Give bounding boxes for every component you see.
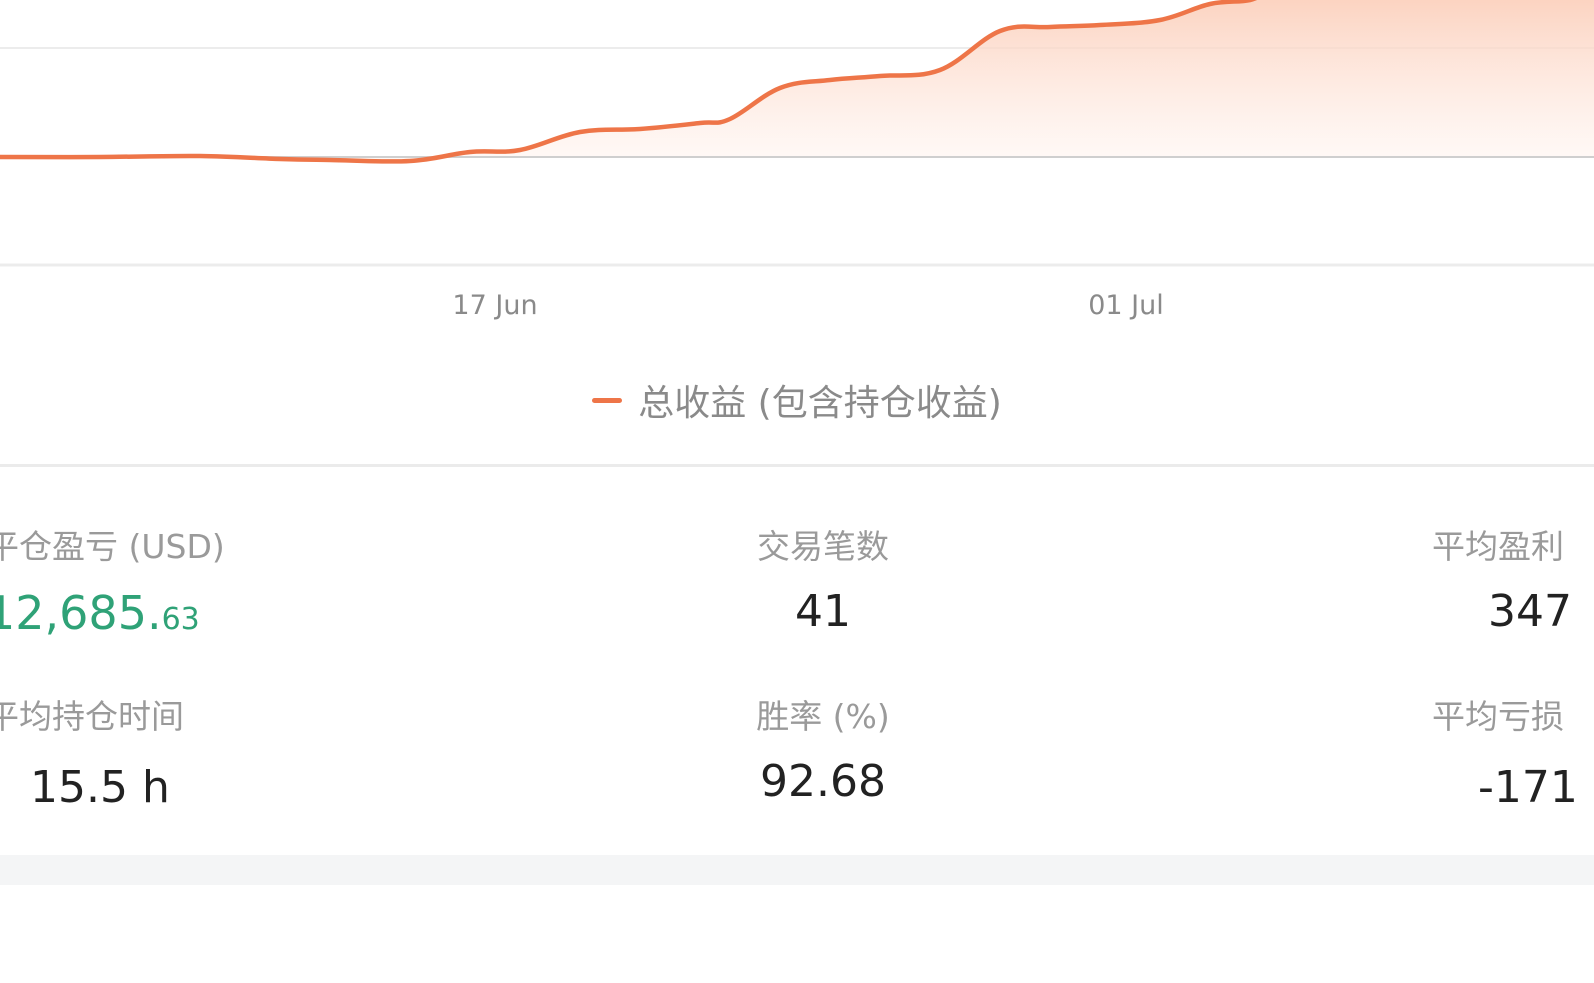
stat-value: 12,685.63 <box>0 586 406 640</box>
stat-value: -171 <box>1478 762 1578 813</box>
stat-value: 41 <box>795 586 851 637</box>
stat-avg-hold-time: 平均持仓时间 15.5 h <box>0 690 406 813</box>
stat-label: 平均盈利 <box>1432 527 1564 566</box>
stat-avg-loss: 平均亏损 -171 <box>1432 690 1594 813</box>
pnl-chart-svg <box>0 0 1594 267</box>
stat-avg-profit: 平均盈利 347 <box>1432 520 1594 637</box>
stat-value-decimal: 63 <box>161 602 200 637</box>
legend-label: 总收益 (包含持仓收益) <box>638 383 1002 424</box>
stat-label: 交易笔数 <box>757 527 889 566</box>
section-divider <box>0 464 1594 467</box>
bottom-band <box>0 855 1594 885</box>
stat-win-rate: 胜率 (%) 92.68 <box>613 690 1033 807</box>
chart-legend[interactable]: 总收益 (包含持仓收益) <box>0 372 1594 428</box>
x-tick-label: 17 Jun <box>452 290 538 321</box>
stat-value: 15.5 h <box>30 762 170 813</box>
stat-label: 平仓盈亏 (USD) <box>0 527 225 566</box>
stat-value-integer: 12,685. <box>0 586 162 640</box>
pnl-chart[interactable]: 17 Jun 01 Jul <box>0 0 1594 340</box>
series-area <box>0 0 1594 162</box>
stat-realized-pnl: 平仓盈亏 (USD) 12,685.63 <box>0 520 406 640</box>
stat-label: 平均亏损 <box>1432 697 1564 736</box>
stat-value: 347 <box>1488 586 1572 637</box>
stat-label: 平均持仓时间 <box>0 697 184 736</box>
stat-trade-count: 交易笔数 41 <box>613 520 1033 637</box>
stat-value: 92.68 <box>760 756 886 807</box>
legend-swatch-icon <box>592 397 623 403</box>
stat-label: 胜率 (%) <box>756 697 890 736</box>
x-tick-label: 01 Jul <box>1088 290 1164 321</box>
